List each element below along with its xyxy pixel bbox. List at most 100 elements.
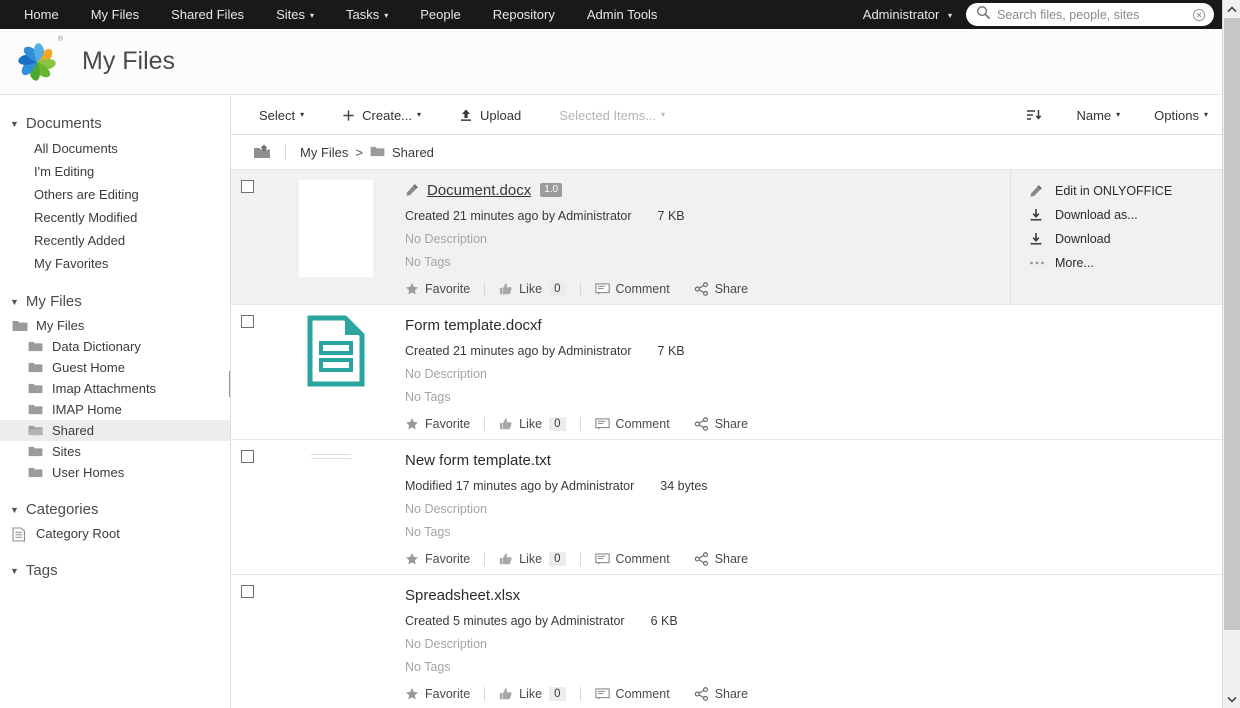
row-checkbox[interactable] bbox=[241, 450, 254, 463]
comment-action[interactable]: Comment bbox=[594, 552, 670, 566]
sidebar-item-my-files-root[interactable]: My Files bbox=[0, 315, 230, 336]
favorite-action[interactable]: Favorite bbox=[405, 417, 470, 431]
clear-search-icon[interactable] bbox=[1192, 8, 1206, 22]
sidebar-item-sites[interactable]: Sites bbox=[0, 441, 230, 462]
document-description[interactable]: No Description bbox=[405, 232, 1010, 246]
sidebar-item-recently-modified[interactable]: Recently Modified bbox=[0, 206, 230, 229]
sidebar-section-tags[interactable]: ▼ Tags bbox=[0, 557, 230, 584]
share-action[interactable]: Share bbox=[694, 282, 748, 296]
document-actions bbox=[1010, 440, 1222, 574]
document-thumbnail[interactable] bbox=[299, 180, 373, 277]
like-action[interactable]: Like 0 bbox=[499, 552, 566, 566]
favorite-action[interactable]: Favorite bbox=[405, 552, 470, 566]
sidebar-item-all-documents[interactable]: All Documents bbox=[0, 137, 230, 160]
sort-descending-icon bbox=[1026, 108, 1042, 122]
scroll-down-arrow-icon[interactable] bbox=[1223, 690, 1240, 708]
nav-item-sites[interactable]: Sites ▾ bbox=[260, 0, 330, 29]
sidebar-item-category-root[interactable]: Category Root bbox=[0, 523, 230, 544]
document-tags[interactable]: No Tags bbox=[405, 660, 1010, 674]
sidebar-item-others-are-editing[interactable]: Others are Editing bbox=[0, 183, 230, 206]
sidebar-section-myfiles[interactable]: ▼ My Files bbox=[0, 288, 230, 315]
sidebar-item-imap-home[interactable]: IMAP Home bbox=[0, 399, 230, 420]
nav-item-label: Shared Files bbox=[171, 7, 245, 22]
action-download[interactable]: Download bbox=[1029, 232, 1222, 246]
comment-action[interactable]: Comment bbox=[594, 687, 670, 701]
sidebar-section-categories[interactable]: ▼ Categories bbox=[0, 496, 230, 523]
document-row[interactable]: Spreadsheet.xlsx Created 5 minutes ago by… bbox=[231, 575, 1222, 708]
search-input[interactable] bbox=[991, 7, 1192, 22]
document-meta: Created 5 minutes ago by Administrator 6 … bbox=[405, 614, 1010, 628]
selected-items-button[interactable]: Selected Items... ▾ bbox=[559, 108, 665, 123]
document-row[interactable]: Document.docx 1.0 Created 21 minutes ago b… bbox=[231, 170, 1222, 305]
document-name[interactable]: Spreadsheet.xlsx bbox=[405, 587, 520, 604]
toolbar-right-group: Name ▾ Options ▾ bbox=[992, 108, 1208, 123]
user-menu[interactable]: Administrator ▾ bbox=[849, 7, 966, 22]
document-tags[interactable]: No Tags bbox=[405, 390, 1010, 404]
nav-item-repository[interactable]: Repository bbox=[477, 0, 571, 29]
breadcrumb-current[interactable]: Shared bbox=[370, 145, 434, 160]
breadcrumb-root[interactable]: My Files bbox=[300, 145, 348, 160]
comment-action[interactable]: Comment bbox=[594, 417, 670, 431]
sort-field-button[interactable]: Name ▾ bbox=[1076, 108, 1120, 123]
nav-item-admin-tools[interactable]: Admin Tools bbox=[571, 0, 674, 29]
like-action[interactable]: Like 0 bbox=[499, 282, 566, 296]
document-row[interactable]: New form template.txt Modified 17 minutes… bbox=[231, 440, 1222, 575]
docxf-file-icon[interactable] bbox=[307, 315, 365, 439]
share-action[interactable]: Share bbox=[694, 417, 748, 431]
share-action[interactable]: Share bbox=[694, 687, 748, 701]
select-button[interactable]: Select ▾ bbox=[259, 108, 304, 123]
nav-item-home[interactable]: Home bbox=[8, 0, 75, 29]
row-checkbox[interactable] bbox=[241, 180, 254, 193]
options-button[interactable]: Options ▾ bbox=[1154, 108, 1208, 123]
sidebar-item-i-m-editing[interactable]: I'm Editing bbox=[0, 160, 230, 183]
page-scrollbar[interactable] bbox=[1222, 0, 1240, 708]
thumbnail-cell bbox=[267, 440, 405, 574]
sidebar-item-guest-home[interactable]: Guest Home bbox=[0, 357, 230, 378]
nav-item-people[interactable]: People bbox=[404, 0, 476, 29]
text-thumbnail[interactable] bbox=[299, 450, 373, 547]
sidebar-item-data-dictionary[interactable]: Data Dictionary bbox=[0, 336, 230, 357]
sidebar-item-recently-added[interactable]: Recently Added bbox=[0, 229, 230, 252]
document-description[interactable]: No Description bbox=[405, 367, 1010, 381]
action-download-as[interactable]: Download as... bbox=[1029, 208, 1222, 222]
share-icon bbox=[694, 417, 709, 431]
sort-direction-button[interactable] bbox=[1026, 108, 1042, 122]
document-tags[interactable]: No Tags bbox=[405, 525, 1010, 539]
nav-item-my-files[interactable]: My Files bbox=[75, 0, 155, 29]
document-description[interactable]: No Description bbox=[405, 637, 1010, 651]
document-description[interactable]: No Description bbox=[405, 502, 1010, 516]
document-name[interactable]: Form template.docxf bbox=[405, 317, 542, 334]
like-action[interactable]: Like 0 bbox=[499, 687, 566, 701]
sidebar-item-shared[interactable]: Shared bbox=[0, 420, 230, 441]
action-more[interactable]: More... bbox=[1029, 256, 1222, 270]
sidebar-item-imap-attachments[interactable]: Imap Attachments bbox=[0, 378, 230, 399]
row-checkbox[interactable] bbox=[241, 315, 254, 328]
favorite-action[interactable]: Favorite bbox=[405, 687, 470, 701]
comment-icon bbox=[594, 418, 610, 430]
upload-button[interactable]: Upload bbox=[459, 108, 521, 123]
sidebar-section-documents[interactable]: ▼ Documents bbox=[0, 110, 230, 137]
favorite-action[interactable]: Favorite bbox=[405, 282, 470, 296]
create-button[interactable]: Create... ▾ bbox=[342, 108, 421, 123]
nav-item-label: People bbox=[420, 7, 461, 22]
scrollbar-thumb[interactable] bbox=[1224, 18, 1240, 630]
navigate-up-icon[interactable] bbox=[247, 144, 285, 160]
search-box[interactable] bbox=[966, 3, 1214, 26]
share-action[interactable]: Share bbox=[694, 552, 748, 566]
document-tags[interactable]: No Tags bbox=[405, 255, 1010, 269]
sidebar-item-user-homes[interactable]: User Homes bbox=[0, 462, 230, 483]
comment-label: Comment bbox=[615, 282, 670, 296]
comment-action[interactable]: Comment bbox=[594, 282, 670, 296]
document-name[interactable]: Document.docx bbox=[427, 182, 531, 199]
scroll-up-arrow-icon[interactable] bbox=[1223, 0, 1240, 18]
nav-item-shared-files[interactable]: Shared Files bbox=[155, 0, 260, 29]
nav-item-tasks[interactable]: Tasks ▾ bbox=[330, 0, 404, 29]
action-edit-in-onlyoffice[interactable]: Edit in ONLYOFFICE bbox=[1029, 184, 1222, 198]
document-name[interactable]: New form template.txt bbox=[405, 452, 551, 469]
row-checkbox[interactable] bbox=[241, 585, 254, 598]
action-label: Download bbox=[1055, 232, 1111, 246]
sidebar-item-my-favorites[interactable]: My Favorites bbox=[0, 252, 230, 275]
like-action[interactable]: Like 0 bbox=[499, 417, 566, 431]
document-row[interactable]: Form template.docxf Created 21 minutes ag… bbox=[231, 305, 1222, 440]
